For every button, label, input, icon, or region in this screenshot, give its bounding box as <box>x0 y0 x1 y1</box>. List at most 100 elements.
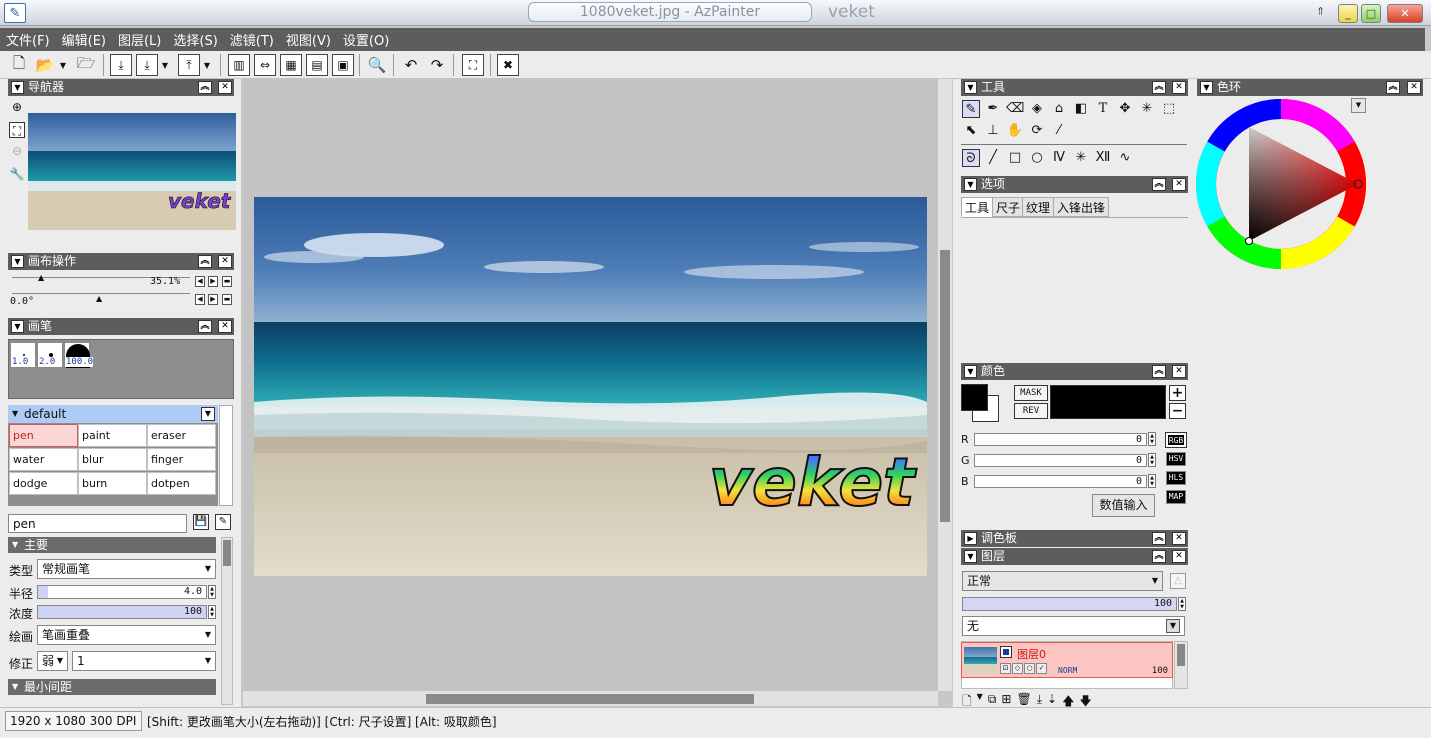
mode-map-button[interactable]: MAP <box>1166 490 1186 504</box>
eraser-tool-icon[interactable]: ⌫ <box>1006 100 1024 118</box>
deselect-icon[interactable]: ✖ <box>497 54 519 76</box>
fit-view-icon[interactable]: ⛶ <box>9 122 25 138</box>
close-icon[interactable]: ✕ <box>218 320 232 333</box>
tab-tool[interactable]: 工具 <box>961 197 994 217</box>
move-layer-down-icon[interactable]: 🡇 <box>1079 692 1091 708</box>
texture-select[interactable]: 无 ▼ <box>962 616 1185 636</box>
mode-hsv-button[interactable]: HSV <box>1166 452 1186 466</box>
lock-icon[interactable]: ⊡ <box>1000 663 1011 674</box>
new-layer-dropdown-icon[interactable]: ▼ <box>977 692 983 708</box>
mask-layer-icon[interactable]: ○ <box>1024 663 1035 674</box>
new-layer-icon[interactable]: 🗋 <box>962 692 972 708</box>
brush-item[interactable]: pen <box>9 424 78 447</box>
navigator-preview[interactable]: veket <box>28 113 236 230</box>
tab-texture[interactable]: 纹理 <box>1022 197 1055 217</box>
brush-item[interactable]: dotpen <box>147 472 216 495</box>
radial-line-subtool-icon[interactable]: ✳ <box>1072 149 1090 167</box>
close-icon[interactable]: ✕ <box>1172 81 1186 94</box>
draw-select[interactable]: 笔画重叠 ▼ <box>37 625 216 645</box>
expand-icon[interactable]: ︽ <box>198 81 212 94</box>
expand-icon[interactable]: ︽ <box>1386 81 1400 94</box>
radius-slider[interactable]: 4.0 <box>37 585 207 599</box>
ruler-icon[interactable]: ▣ <box>332 54 354 76</box>
brush-item[interactable]: burn <box>78 472 147 495</box>
brush-size-cell[interactable]: 1.0 <box>10 342 36 368</box>
select-all-icon[interactable]: ⛶ <box>462 54 484 76</box>
chevron-down-icon[interactable]: ▼ <box>964 81 977 94</box>
grid-settings-icon[interactable]: ▤ <box>306 54 328 76</box>
canvas-move-tool-icon[interactable]: ✋ <box>1006 122 1024 140</box>
menu-settings[interactable]: 设置(O) <box>343 30 389 49</box>
layer-settings-icon[interactable]: ⊞ <box>1001 692 1011 708</box>
angle-increase-icon[interactable]: ▶ <box>208 294 218 305</box>
layer-row[interactable]: 图层0 ⊡ ◇ ○ ✓ NORM 100 <box>961 642 1173 678</box>
close-icon[interactable]: ✕ <box>1172 550 1186 563</box>
menu-select[interactable]: 选择(S) <box>173 30 217 49</box>
density-spin-icon[interactable]: ▲ ▼ <box>208 605 216 619</box>
add-color-icon[interactable]: + <box>1169 385 1186 401</box>
magic-wand-tool-icon[interactable]: ✳ <box>1138 100 1156 118</box>
color-wheel[interactable] <box>1196 98 1366 270</box>
rev-button[interactable]: REV <box>1014 403 1048 419</box>
paint-brush-icon[interactable]: ✎ <box>4 3 26 23</box>
chevron-down-icon[interactable]: ▼ <box>11 255 24 268</box>
lock-alpha-icon[interactable]: △ <box>1170 573 1186 589</box>
gradient-tool-icon[interactable]: ◧ <box>1072 100 1090 118</box>
mode-rgb-button[interactable]: RGB <box>1165 432 1187 448</box>
correct-level-select[interactable]: 1 ▼ <box>72 651 216 671</box>
brush-item[interactable]: paint <box>78 424 147 447</box>
canvas-rotate-tool-icon[interactable]: ⟳ <box>1028 122 1046 140</box>
zoom-decrease-icon[interactable]: ◀ <box>195 276 205 287</box>
export-icon[interactable]: ⤒ <box>178 54 200 76</box>
close-icon[interactable]: ✕ <box>1407 81 1421 94</box>
fill-erase-tool-icon[interactable]: ⌂ <box>1050 100 1068 118</box>
mode-hls-button[interactable]: HLS <box>1166 471 1186 485</box>
brush-list-scrollbar[interactable] <box>219 405 233 506</box>
chevron-down-icon[interactable]: ▼ <box>964 550 977 563</box>
line-subtool-icon[interactable]: ╱ <box>984 149 1002 167</box>
chevron-down-icon[interactable]: ▼ <box>11 81 24 94</box>
fill-ref-icon[interactable]: ◇ <box>1012 663 1023 674</box>
brush-edit-icon[interactable]: ✎ <box>215 514 231 530</box>
rectangle-subtool-icon[interactable]: □ <box>1006 149 1024 167</box>
minimize-button[interactable]: _ <box>1338 4 1358 23</box>
undo-icon[interactable]: ↶ <box>400 54 422 76</box>
chevron-down-icon[interactable]: ▼ <box>11 320 24 333</box>
b-spin-icon[interactable]: ▲ ▼ <box>1148 474 1156 488</box>
menu-layer[interactable]: 图层(L) <box>118 30 161 49</box>
layer-scroll-thumb[interactable] <box>1177 644 1185 666</box>
zoom-slider-handle[interactable]: ▲ <box>38 273 44 282</box>
mask-button[interactable]: MASK <box>1014 385 1048 401</box>
layer-combine-icon[interactable]: ⇣ <box>1047 692 1057 708</box>
brush-size-cell[interactable]: 100.0 <box>64 342 94 368</box>
export-dropdown-icon[interactable]: ▼ <box>202 54 212 76</box>
g-slider[interactable]: 0 <box>974 454 1147 467</box>
layer-visibility-checkbox[interactable] <box>1000 646 1012 658</box>
numeric-input-button[interactable]: 数值输入 <box>1092 494 1155 517</box>
save-brush-icon[interactable]: 💾 <box>193 514 209 530</box>
radius-spin-icon[interactable]: ▲ ▼ <box>208 585 216 599</box>
dot-pen-tool-icon[interactable]: ✒ <box>984 100 1002 118</box>
density-slider[interactable]: 100 <box>37 605 207 619</box>
menu-view[interactable]: 视图(V) <box>286 30 331 49</box>
canvas-vertical-scroll-thumb[interactable] <box>940 250 950 522</box>
expand-icon[interactable]: ︽ <box>1152 81 1166 94</box>
layer-opacity-slider[interactable]: 100 <box>962 597 1177 611</box>
arrow-up-icon[interactable]: ⇑ <box>1316 5 1328 18</box>
close-icon[interactable]: ✕ <box>1172 178 1186 191</box>
new-file-icon[interactable]: 🗋 <box>8 54 30 76</box>
brush-item[interactable]: eraser <box>147 424 216 447</box>
text-tool-icon[interactable]: T <box>1094 100 1112 118</box>
type-select[interactable]: 常规画笔 ▼ <box>37 559 216 579</box>
expand-icon[interactable]: ︽ <box>198 320 212 333</box>
brush-item[interactable]: water <box>9 448 78 471</box>
close-icon[interactable]: ✕ <box>218 81 232 94</box>
polyline-subtool-icon[interactable]: Ⅳ <box>1050 149 1068 167</box>
brush-size-cell[interactable]: 2.0 <box>37 342 63 368</box>
section-min-spacing[interactable]: ▼ 最小间距 <box>8 679 216 695</box>
menu-filter[interactable]: 滤镜(T) <box>230 30 274 49</box>
ellipse-subtool-icon[interactable]: ○ <box>1028 149 1046 167</box>
expand-icon[interactable]: ︽ <box>1152 532 1166 545</box>
b-slider[interactable]: 0 <box>974 475 1147 488</box>
zoom-out-icon[interactable]: ⊖ <box>9 143 25 159</box>
